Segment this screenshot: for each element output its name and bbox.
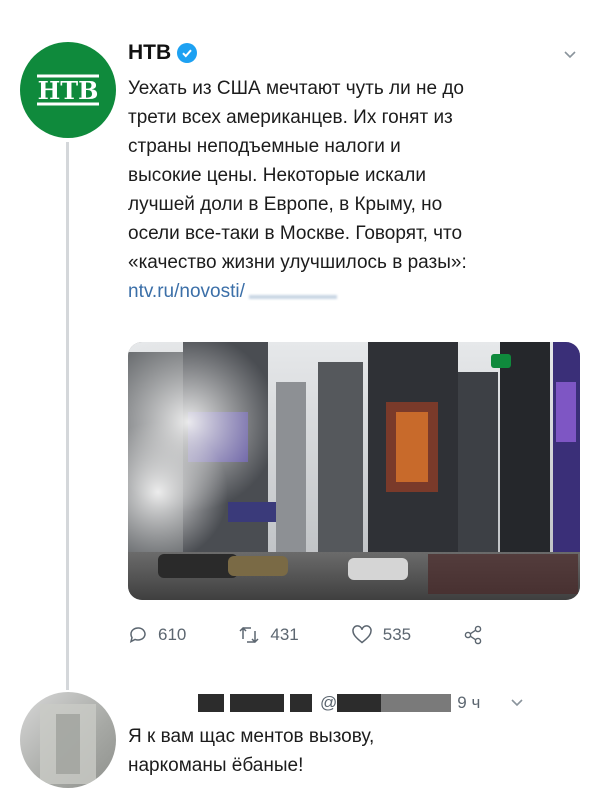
- share-action[interactable]: [463, 625, 493, 645]
- handle-redaction: [381, 694, 452, 712]
- tweet-text-line: лучшей доли в Европе, в Крыму, но: [128, 194, 443, 215]
- reply-avatar[interactable]: [20, 692, 116, 788]
- tweet: НТВ Уехать из США мечтают чуть ли не до …: [128, 36, 573, 307]
- reply-text: Я к вам щас ментов вызову, наркоманы ёба…: [128, 722, 374, 780]
- reply-tweet: @ 9 ч Я к вам щас ментов вызову, наркома…: [0, 686, 600, 800]
- chevron-down-icon[interactable]: [563, 48, 577, 62]
- thread-line: [66, 142, 69, 690]
- retweet-action[interactable]: 431: [238, 625, 299, 645]
- verified-badge-icon: [177, 43, 198, 63]
- tweet-text-line: трети всех американцев. Их гонят из: [128, 107, 453, 128]
- reply-time: 9 ч: [457, 693, 481, 712]
- username-redaction: [230, 694, 284, 712]
- chevron-down-icon[interactable]: [510, 696, 524, 710]
- tweet-link[interactable]: ntv.ru/novosti/: [128, 277, 573, 307]
- handle-redaction: [337, 694, 382, 712]
- tweet-header: НТВ: [128, 36, 573, 70]
- tweet-actions: 610 431 535: [128, 620, 548, 650]
- ntv-avatar[interactable]: НТВ: [20, 42, 116, 138]
- like-count: 535: [382, 625, 412, 644]
- reply-count: 610: [158, 625, 187, 644]
- username-redaction: [290, 694, 312, 712]
- tweet-text-line: «качество жизни улучшилось в разы»:: [128, 252, 467, 273]
- tweet-text-line: осели все-таки в Москве. Говорят, что: [128, 223, 463, 244]
- username-redaction: [198, 694, 224, 712]
- times-square-photo: [128, 342, 580, 600]
- tweet-link-text[interactable]: ntv.ru/novosti/: [128, 277, 245, 307]
- svg-text:НТВ: НТВ: [38, 76, 99, 105]
- reply-meta: @ 9 ч: [198, 690, 480, 716]
- reply-icon: [129, 627, 146, 643]
- like-action[interactable]: 535: [351, 625, 411, 645]
- tweet-text-line: страны неподъемные налоги и: [128, 136, 401, 157]
- retweet-icon: [239, 626, 259, 644]
- retweet-count: 431: [270, 625, 299, 644]
- tweet-text: Уехать из США мечтают чуть ли не до трет…: [128, 74, 573, 277]
- author-name[interactable]: НТВ: [128, 41, 171, 65]
- reply-text-line: Я к вам щас ментов вызову,: [128, 726, 375, 747]
- reply-text-line: наркоманы ёбаные!: [128, 755, 304, 776]
- share-icon: [464, 625, 482, 645]
- tweet-text-line: Уехать из США мечтают чуть ли не до: [128, 78, 464, 99]
- link-redaction: [248, 295, 337, 299]
- heart-icon: [351, 625, 372, 644]
- reply-action[interactable]: 610: [128, 625, 186, 645]
- tweet-media-image[interactable]: [128, 342, 580, 600]
- blurred-avatar-image: [40, 704, 96, 784]
- tweet-text-line: высокие цены. Некоторые искали: [128, 165, 426, 186]
- handle-at: @: [320, 693, 338, 712]
- ntv-logo-icon: НТВ: [37, 74, 99, 106]
